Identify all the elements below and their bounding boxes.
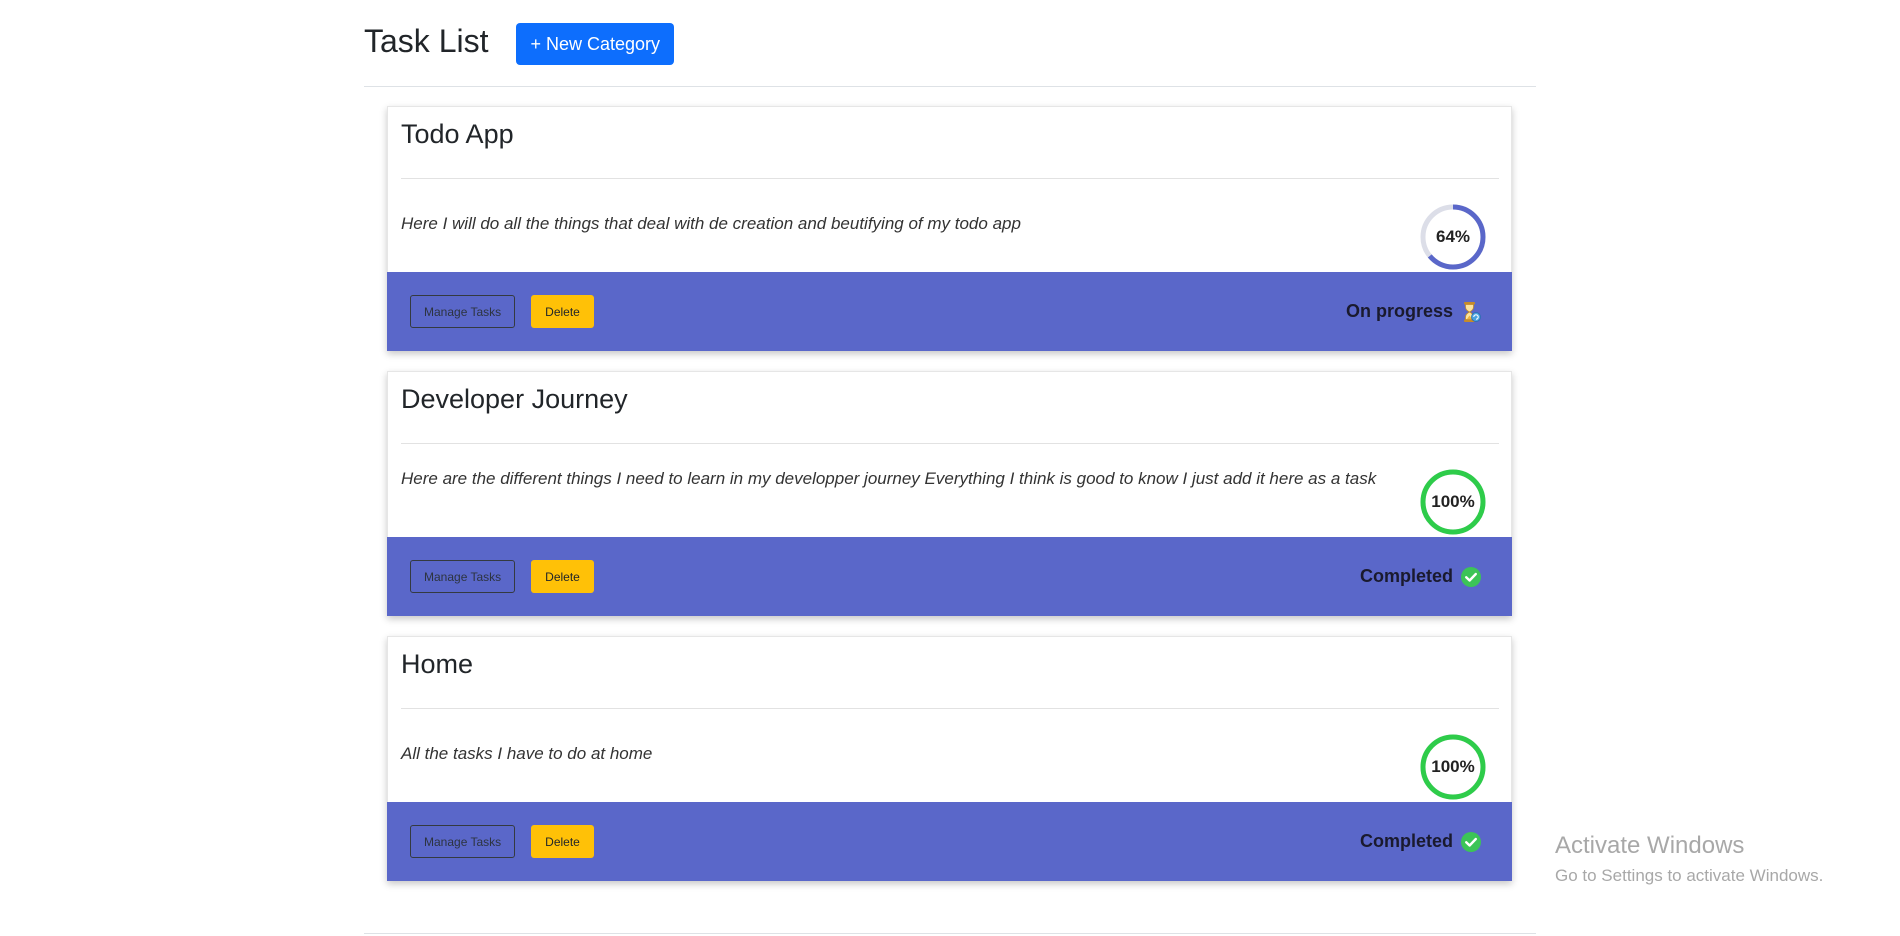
category-card: Home All the tasks I have to do at home … [387, 636, 1512, 881]
main-container: Task List + New Category Todo App Here I… [364, 0, 1536, 881]
check-circle-icon [1460, 831, 1482, 853]
card-description: All the tasks I have to do at home [401, 744, 653, 763]
card-title: Todo App [401, 119, 514, 149]
card-title: Home [401, 649, 474, 679]
progress-percent: 64% [1435, 227, 1471, 246]
status-badge: Completed [1360, 566, 1482, 588]
progress-percent: 100% [1431, 757, 1475, 776]
bottom-divider [364, 933, 1536, 934]
delete-button[interactable]: Delete [531, 825, 594, 858]
status-badge: Completed [1360, 831, 1482, 853]
card-divider [401, 178, 1499, 179]
activate-windows-watermark: Activate Windows Go to Settings to activ… [1555, 832, 1823, 886]
hourglass-icon [1460, 301, 1482, 323]
manage-tasks-button[interactable]: Manage Tasks [410, 560, 516, 593]
check-circle-icon [1460, 566, 1482, 588]
card-divider [401, 708, 1499, 709]
progress-ring: 100% [1419, 733, 1487, 801]
progress-ring: 100% [1419, 468, 1487, 536]
manage-tasks-button[interactable]: Manage Tasks [410, 825, 516, 858]
manage-tasks-button[interactable]: Manage Tasks [410, 295, 516, 328]
progress-percent: 100% [1431, 492, 1475, 511]
status-badge: On progress [1346, 301, 1482, 323]
delete-button[interactable]: Delete [531, 560, 594, 593]
card-footer: Manage Tasks Delete Completed [387, 802, 1512, 881]
page-title: Task List [364, 23, 489, 59]
new-category-button[interactable]: + New Category [516, 23, 675, 65]
status-text: Completed [1359, 831, 1453, 851]
status-text: Completed [1359, 566, 1453, 586]
category-list: Todo App Here I will do all the things t… [364, 106, 1536, 881]
progress-ring: 64% [1419, 203, 1487, 271]
card-divider [401, 443, 1499, 444]
card-description: Here I will do all the things that deal … [401, 214, 1021, 233]
card-footer: Manage Tasks Delete On progress [387, 272, 1512, 351]
card-footer: Manage Tasks Delete Completed [387, 537, 1512, 616]
card-description: Here are the different things I need to … [401, 469, 1377, 488]
watermark-subtitle: Go to Settings to activate Windows. [1555, 866, 1824, 885]
status-text: On progress [1345, 301, 1453, 321]
card-title: Developer Journey [401, 384, 628, 414]
delete-button[interactable]: Delete [531, 295, 594, 328]
page-header: Task List + New Category [364, 0, 1536, 87]
category-card: Developer Journey Here are the different… [387, 371, 1512, 616]
category-card: Todo App Here I will do all the things t… [387, 106, 1512, 351]
watermark-title: Activate Windows [1555, 832, 1745, 859]
